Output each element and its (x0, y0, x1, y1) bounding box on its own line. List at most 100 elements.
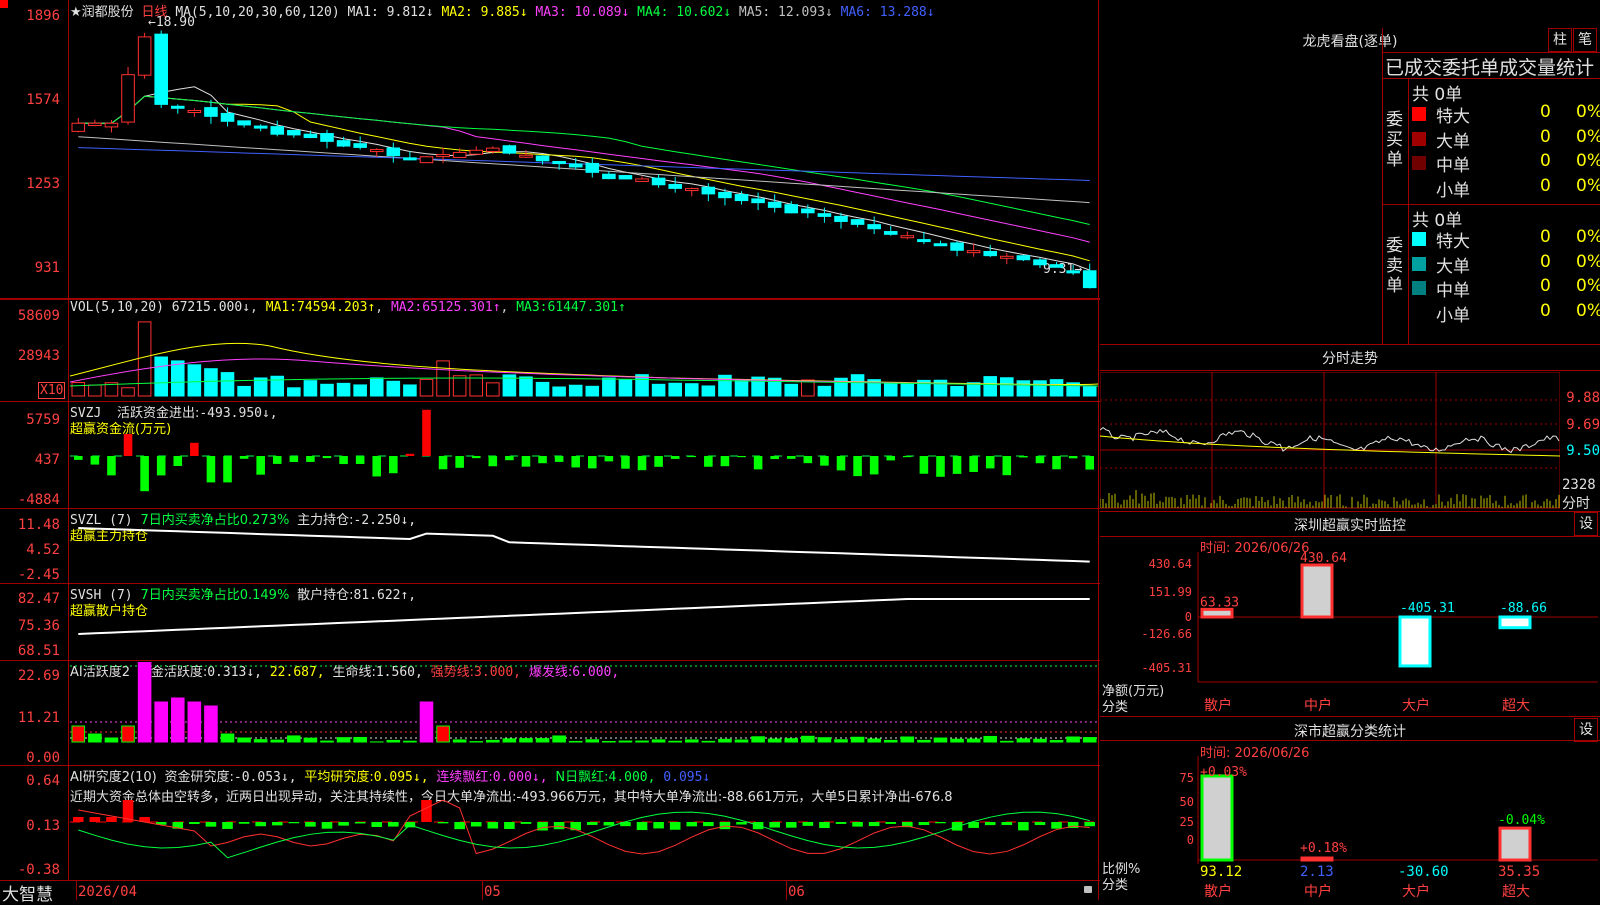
activity-bar (868, 739, 881, 742)
order-count: 0 (1540, 227, 1551, 247)
candle-body (884, 232, 897, 235)
activity-bar (934, 738, 947, 742)
ai1-chart[interactable] (70, 662, 1098, 762)
candle-body (72, 123, 85, 131)
x-tick-date: 05 (484, 884, 501, 900)
order-count: 0 (1540, 301, 1551, 321)
flow-bar (1003, 456, 1012, 475)
activity-bar (437, 726, 450, 742)
monitor-category: 大户 (1402, 697, 1430, 714)
price-chart[interactable] (70, 18, 1098, 296)
svsh-tick: 82.47 (0, 591, 60, 607)
tick-mode-button[interactable]: 笔 (1573, 28, 1597, 52)
candle-body (520, 155, 533, 157)
volume-bar (171, 361, 184, 396)
classify-bar (1500, 828, 1530, 860)
candle-body (188, 111, 201, 113)
activity-bar (536, 739, 549, 742)
classify-value-label: 2.13 (1300, 864, 1334, 880)
candle-body (1017, 256, 1030, 260)
volume-bar (901, 383, 914, 396)
classify-pct-label: +0.18% (1300, 841, 1347, 856)
sell-side-label: 委卖单 (1386, 236, 1406, 296)
ai2-chart[interactable] (70, 800, 1098, 878)
classify-settings-button[interactable]: 设 (1574, 718, 1598, 742)
research-bar (521, 822, 532, 824)
svzj-tick: 5759 (0, 412, 60, 428)
volume-chart[interactable] (70, 316, 1098, 398)
candle-body (453, 152, 466, 157)
research-bar (686, 822, 697, 826)
monitor-settings-button[interactable]: 设 (1574, 512, 1598, 536)
volume-bar (321, 384, 334, 396)
lock-icon[interactable] (1084, 886, 1092, 893)
flow-bar (754, 456, 763, 469)
activity-bar (89, 734, 102, 742)
candle-body (437, 155, 450, 157)
volume-bar (553, 387, 566, 396)
flow-bar (323, 456, 332, 458)
svzl-chart[interactable] (70, 510, 1098, 582)
activity-bar (1017, 739, 1030, 742)
order-row: 中单00% (1410, 276, 1600, 300)
flow-bar (207, 456, 216, 482)
flow-bar (638, 456, 647, 470)
research-bar (272, 822, 283, 825)
svzj-chart[interactable] (70, 404, 1098, 504)
activity-bar (768, 739, 781, 742)
classify-chart[interactable]: 7550250+0.03%93.12散户+0.18%2.13中户-30.60大户… (1100, 756, 1600, 900)
candle-body (89, 123, 102, 125)
research-bar (604, 822, 615, 826)
monitor-tick: 430.64 (1149, 557, 1192, 571)
volume-bar (89, 385, 102, 396)
volume-bar (785, 384, 798, 396)
candle-body (487, 148, 500, 151)
research-bar (454, 822, 465, 829)
order-type: 中单 (1436, 276, 1470, 301)
order-pct: 0% (1576, 102, 1600, 122)
flow-bar (240, 456, 249, 459)
research-bar (488, 822, 499, 829)
monitor-category: 中户 (1304, 697, 1332, 714)
research-bar (371, 822, 382, 827)
flow-bar (903, 456, 912, 457)
flow-bar (505, 456, 514, 460)
longhu-subtitle: 已成交委托单成交量统计 (1385, 53, 1594, 80)
bar-mode-button[interactable]: 柱 (1548, 28, 1572, 52)
research-bar (1084, 822, 1095, 826)
candle-body (553, 161, 566, 163)
intraday-chart[interactable] (1100, 372, 1560, 510)
flow-bar (290, 456, 299, 462)
volume-bar (370, 378, 383, 396)
flow-bar (472, 456, 481, 458)
chart-area[interactable]: 1896 1574 1253 931 ★润都股份 日线 MA(5,10,20,3… (0, 0, 1100, 900)
flow-bar (737, 456, 746, 457)
brand-logo: 大智慧 (2, 880, 53, 905)
flow-bar (422, 410, 431, 456)
classify-category: 大户 (1402, 883, 1430, 900)
activity-bar (387, 740, 400, 742)
volume-bar (619, 380, 632, 396)
flow-bar (306, 456, 315, 462)
order-type: 大单 (1436, 127, 1470, 152)
candle-body (669, 184, 682, 188)
candle-body (735, 195, 748, 201)
monitor-chart[interactable]: 430.64151.990-126.66-405.3163.33散户430.64… (1100, 552, 1600, 718)
activity-bar (802, 736, 815, 742)
legend-swatch-icon (1412, 257, 1426, 271)
volume-bar (685, 384, 698, 396)
svzl-tick: 11.48 (0, 517, 60, 533)
research-bar (1051, 822, 1062, 829)
volume-bar (569, 385, 582, 396)
svsh-chart[interactable] (70, 586, 1098, 660)
flow-bar (605, 456, 614, 461)
volume-bar (735, 380, 748, 396)
legend-swatch-icon (1412, 132, 1426, 146)
monitor-value-label: -405.31 (1400, 601, 1455, 616)
activity-bar (851, 737, 864, 742)
candle-body (536, 156, 549, 161)
flow-bar (157, 456, 166, 475)
classify-bar (1302, 858, 1332, 860)
research-bar (869, 822, 880, 826)
research-bar (587, 822, 598, 825)
